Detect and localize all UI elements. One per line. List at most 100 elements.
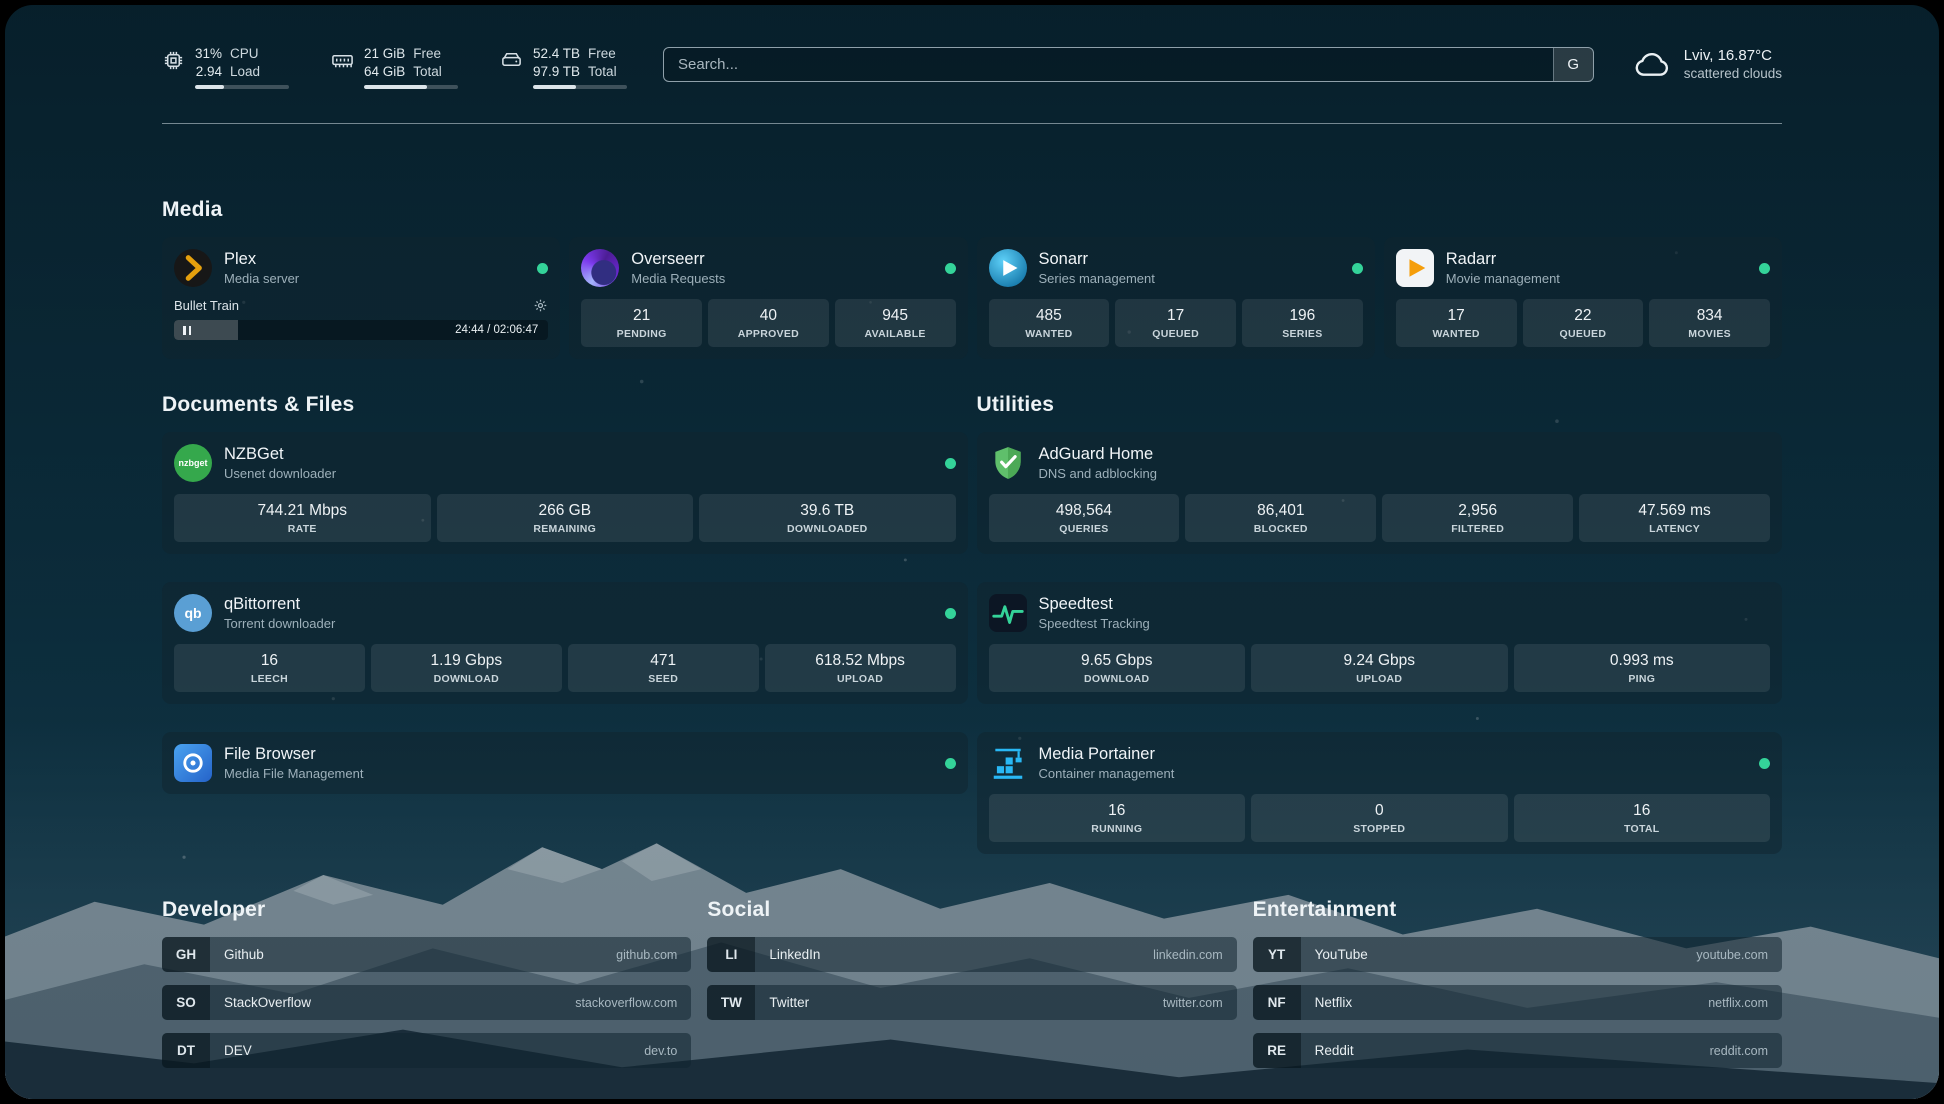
section-title-utilities: Utilities bbox=[977, 393, 1783, 417]
bookmark-dev[interactable]: DT DEV dev.to bbox=[162, 1033, 691, 1068]
bookmark-name: YouTube bbox=[1315, 947, 1368, 962]
service-card-qbittorrent[interactable]: qb qBittorrent Torrent downloader 16 LEE… bbox=[162, 582, 968, 704]
service-card-plex[interactable]: Plex Media server Bullet Train bbox=[162, 237, 560, 359]
bookmark-abbr: LI bbox=[707, 937, 755, 972]
bookmark-github[interactable]: GH Github github.com bbox=[162, 937, 691, 972]
adguard-icon bbox=[989, 444, 1027, 482]
bookmark-name: Netflix bbox=[1315, 995, 1353, 1010]
service-card-overseerr[interactable]: Overseerr Media Requests 21 PENDING 40 A… bbox=[569, 237, 967, 359]
status-dot bbox=[537, 263, 548, 274]
memory-usage-bar bbox=[364, 85, 458, 89]
stat-latency: 47.569 ms LATENCY bbox=[1579, 494, 1770, 542]
cpu-load-label: Load bbox=[230, 63, 260, 81]
bookmark-netflix[interactable]: NF Netflix netflix.com bbox=[1253, 985, 1782, 1020]
service-name: Media Portainer bbox=[1039, 745, 1175, 764]
stat-filtered: 2,956 FILTERED bbox=[1382, 494, 1573, 542]
bookmark-abbr: SO bbox=[162, 985, 210, 1020]
service-name: Speedtest bbox=[1039, 595, 1150, 614]
stat-wanted: 485 WANTED bbox=[989, 299, 1110, 347]
cpu-label: CPU bbox=[230, 45, 260, 63]
overseerr-icon bbox=[581, 249, 619, 287]
bookmark-url: twitter.com bbox=[1163, 996, 1223, 1010]
search-input[interactable] bbox=[664, 48, 1553, 81]
memory-free-label: Free bbox=[413, 45, 442, 63]
service-card-portainer[interactable]: Media Portainer Container management 16 … bbox=[977, 732, 1783, 854]
stat-total: 16 TOTAL bbox=[1514, 794, 1771, 842]
service-desc: Torrent downloader bbox=[224, 616, 335, 631]
search-provider-button[interactable]: G bbox=[1553, 48, 1593, 81]
section-title-media: Media bbox=[162, 198, 1782, 222]
service-name: NZBGet bbox=[224, 445, 336, 464]
bookmark-group-social: Social LI LinkedIn linkedin.com TW Twitt… bbox=[707, 898, 1236, 1081]
bookmark-name: Github bbox=[224, 947, 264, 962]
nzbget-icon: nzbget bbox=[174, 444, 212, 482]
service-desc: Movie management bbox=[1446, 271, 1560, 286]
section-title-developer: Developer bbox=[162, 898, 691, 922]
cpu-icon bbox=[162, 45, 185, 72]
disk-widget: 52.4 TB 97.9 TB Free Total bbox=[500, 45, 627, 89]
status-dot bbox=[945, 458, 956, 469]
section-title-documents: Documents & Files bbox=[162, 393, 968, 417]
stat-upload: 9.24 Gbps UPLOAD bbox=[1251, 644, 1508, 692]
bookmark-abbr: RE bbox=[1253, 1033, 1301, 1068]
bookmark-url: netflix.com bbox=[1708, 996, 1768, 1010]
service-desc: Media Requests bbox=[631, 271, 725, 286]
service-card-speedtest[interactable]: Speedtest Speedtest Tracking 9.65 Gbps D… bbox=[977, 582, 1783, 704]
service-name: Sonarr bbox=[1039, 250, 1155, 269]
bookmark-youtube[interactable]: YT YouTube youtube.com bbox=[1253, 937, 1782, 972]
service-desc: Media File Management bbox=[224, 766, 363, 781]
disk-icon bbox=[500, 45, 523, 72]
service-card-radarr[interactable]: Radarr Movie management 17 WANTED 22 QUE… bbox=[1384, 237, 1782, 359]
service-desc: DNS and adblocking bbox=[1039, 466, 1158, 481]
status-dot bbox=[1352, 263, 1363, 274]
stat-leech: 16 LEECH bbox=[174, 644, 365, 692]
playback-progress-bar: 24:44 / 02:06:47 bbox=[174, 320, 548, 340]
bookmark-name: StackOverflow bbox=[224, 995, 311, 1010]
stat-ping: 0.993 ms PING bbox=[1514, 644, 1771, 692]
service-desc: Media server bbox=[224, 271, 299, 286]
bookmark-name: DEV bbox=[224, 1043, 252, 1058]
speedtest-icon bbox=[989, 594, 1027, 632]
dashboard-screen: 31% 2.94 CPU Load bbox=[5, 5, 1939, 1099]
bookmark-linkedin[interactable]: LI LinkedIn linkedin.com bbox=[707, 937, 1236, 972]
search-bar: G bbox=[663, 47, 1594, 82]
stat-download: 1.19 Gbps DOWNLOAD bbox=[371, 644, 562, 692]
disk-usage-bar bbox=[533, 85, 627, 89]
service-card-filebrowser[interactable]: File Browser Media File Management bbox=[162, 732, 968, 794]
bookmark-group-entertainment: Entertainment YT YouTube youtube.com NF … bbox=[1253, 898, 1782, 1081]
service-name: File Browser bbox=[224, 745, 363, 764]
bookmark-name: LinkedIn bbox=[769, 947, 820, 962]
top-bar: 31% 2.94 CPU Load bbox=[162, 5, 1782, 89]
bookmark-reddit[interactable]: RE Reddit reddit.com bbox=[1253, 1033, 1782, 1068]
radarr-icon bbox=[1396, 249, 1434, 287]
bookmark-group-developer: Developer GH Github github.com SO StackO… bbox=[162, 898, 691, 1081]
pause-icon bbox=[183, 326, 191, 335]
bookmark-name: Twitter bbox=[769, 995, 809, 1010]
service-card-nzbget[interactable]: nzbget NZBGet Usenet downloader 744.21 M… bbox=[162, 432, 968, 554]
cpu-load: 2.94 bbox=[195, 63, 222, 81]
cpu-percent: 31% bbox=[195, 45, 222, 63]
stat-rate: 744.21 Mbps RATE bbox=[174, 494, 431, 542]
resource-widgets: 31% 2.94 CPU Load bbox=[162, 45, 627, 89]
memory-total-value: 64 GiB bbox=[364, 63, 405, 81]
service-card-adguard[interactable]: AdGuard Home DNS and adblocking 498,564 … bbox=[977, 432, 1783, 554]
stat-queued: 17 QUEUED bbox=[1115, 299, 1236, 347]
cpu-usage-bar bbox=[195, 85, 289, 89]
stat-approved: 40 APPROVED bbox=[708, 299, 829, 347]
bookmark-twitter[interactable]: TW Twitter twitter.com bbox=[707, 985, 1236, 1020]
filebrowser-icon bbox=[174, 744, 212, 782]
disk-free-value: 52.4 TB bbox=[533, 45, 580, 63]
bookmark-url: youtube.com bbox=[1696, 948, 1768, 962]
stat-remaining: 266 GB REMAINING bbox=[437, 494, 694, 542]
stat-download: 9.65 Gbps DOWNLOAD bbox=[989, 644, 1246, 692]
bookmark-url: stackoverflow.com bbox=[575, 996, 677, 1010]
service-desc: Series management bbox=[1039, 271, 1155, 286]
gear-icon[interactable] bbox=[533, 298, 548, 313]
weather-widget: Lviv, 16.87°C scattered clouds bbox=[1632, 47, 1782, 81]
status-dot bbox=[945, 263, 956, 274]
bookmark-stackoverflow[interactable]: SO StackOverflow stackoverflow.com bbox=[162, 985, 691, 1020]
stat-upload: 618.52 Mbps UPLOAD bbox=[765, 644, 956, 692]
service-card-sonarr[interactable]: Sonarr Series management 485 WANTED 17 Q… bbox=[977, 237, 1375, 359]
memory-widget: 21 GiB 64 GiB Free Total bbox=[331, 45, 458, 89]
playback-time: 24:44 / 02:06:47 bbox=[455, 324, 538, 336]
